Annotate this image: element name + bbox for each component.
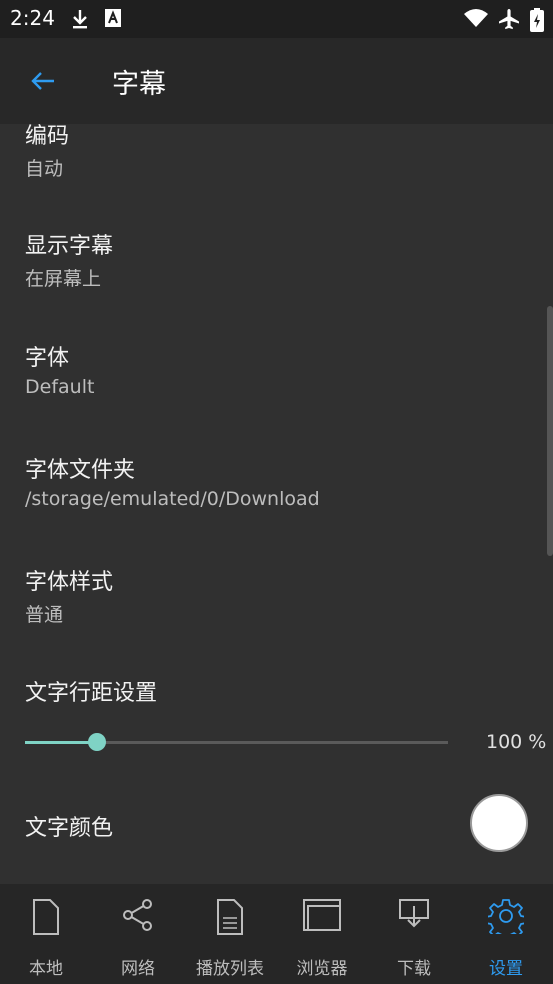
nav-browser[interactable]: 浏览器	[276, 884, 368, 984]
download-icon	[399, 899, 429, 928]
share-icon	[123, 899, 152, 931]
setting-font[interactable]: 字体 Default	[25, 340, 513, 398]
setting-font-style[interactable]: 字体样式 普通	[25, 564, 513, 627]
arrow-left-icon	[31, 72, 54, 90]
setting-title: 字体样式	[25, 570, 114, 595]
setting-text-color[interactable]: 文字颜色	[25, 810, 513, 842]
status-bar: 2:24	[0, 0, 553, 38]
setting-title: 文字行距设置	[25, 681, 158, 706]
setting-value: 自动	[25, 158, 64, 180]
nav-settings[interactable]: 设置	[460, 884, 552, 984]
slider-thumb[interactable]	[87, 733, 106, 751]
page-title: 字幕	[112, 69, 166, 100]
nav-label: 播放列表	[196, 959, 264, 979]
setting-value: Default	[25, 376, 95, 398]
wifi-icon	[463, 8, 489, 32]
setting-font-folder[interactable]: 字体文件夹 /storage/emulated/0/Download	[25, 452, 513, 510]
setting-value: 普通	[25, 604, 64, 626]
settings-list[interactable]: 编码 自动 显示字幕 在屏幕上 字体 Default 字体文件夹 /storag…	[0, 124, 553, 884]
setting-value: 在屏幕上	[25, 268, 102, 290]
gear-icon	[488, 899, 524, 934]
text-color-swatch[interactable]	[470, 794, 528, 852]
app-bar: 字幕	[0, 38, 553, 124]
airplane-mode-icon	[497, 8, 521, 34]
nav-label: 网络	[121, 959, 155, 979]
nav-download[interactable]: 下载	[368, 884, 460, 984]
nav-playlist[interactable]: 播放列表	[184, 884, 276, 984]
setting-title: 编码	[25, 124, 70, 149]
download-status-icon	[70, 8, 90, 34]
file-icon	[33, 899, 59, 935]
slider-fill	[25, 741, 97, 744]
line-spacing-slider[interactable]	[25, 733, 448, 751]
playlist-icon	[217, 899, 243, 935]
setting-title: 文字颜色	[25, 816, 114, 841]
setting-title: 显示字幕	[25, 234, 114, 259]
nav-local[interactable]: 本地	[0, 884, 92, 984]
nav-label: 下载	[397, 959, 431, 979]
setting-title: 字体文件夹	[25, 458, 136, 483]
bottom-nav: 本地 网络 播放列表 浏览器 下载 设置	[0, 884, 553, 984]
setting-line-spacing: 文字行距设置	[25, 675, 513, 707]
slider-value: 100 %	[486, 731, 547, 753]
setting-title: 字体	[25, 346, 70, 371]
setting-encoding[interactable]: 编码 自动	[25, 124, 513, 181]
nav-network[interactable]: 网络	[92, 884, 184, 984]
nav-label: 浏览器	[296, 959, 348, 979]
nav-label: 设置	[489, 959, 523, 979]
app-notification-icon	[104, 8, 122, 32]
browser-icon	[303, 899, 341, 931]
scrollbar[interactable]	[547, 306, 553, 556]
setting-value: /storage/emulated/0/Download	[25, 488, 320, 510]
battery-charging-icon	[530, 8, 544, 36]
status-time: 2:24	[10, 6, 55, 30]
setting-display-subtitles[interactable]: 显示字幕 在屏幕上	[25, 228, 513, 291]
back-button[interactable]	[24, 62, 62, 100]
nav-label: 本地	[29, 959, 63, 979]
